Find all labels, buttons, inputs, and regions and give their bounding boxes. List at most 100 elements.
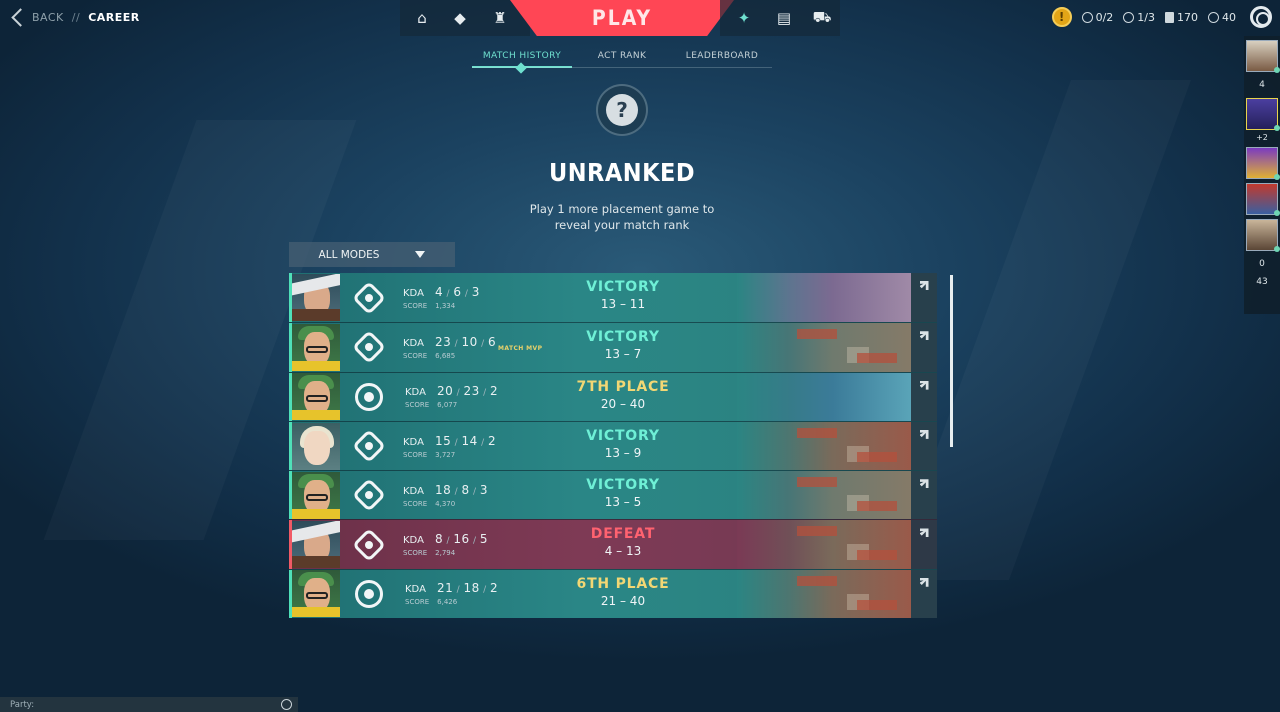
score-value: 2,794 <box>435 549 456 558</box>
friend-avatar[interactable] <box>1246 183 1280 216</box>
kda-block: KDA 18 / 8 / 3 SCORE 4,370 <box>403 483 499 508</box>
score-value: 6,426 <box>437 598 458 607</box>
round-score: 13 – 5 <box>604 495 642 510</box>
kda-value: 18 / 8 / 3 <box>434 482 489 497</box>
map-thumbnail <box>737 520 911 569</box>
match-row[interactable]: KDA 21 / 18 / 2 SCORE 6,426 6TH PLACE 21 – 40 <box>289 568 937 619</box>
external-link-icon <box>919 429 929 439</box>
mode-filter-dropdown[interactable]: ALL MODES <box>289 242 455 267</box>
rank-description: Play 1 more placement game to reveal you… <box>0 201 1244 233</box>
external-link-icon <box>919 281 929 290</box>
score-label: SCORE <box>405 401 430 410</box>
party-extra: +2 <box>1256 133 1268 142</box>
valorant-points-value: 170 <box>1177 10 1198 24</box>
match-row[interactable]: KDA 8 / 16 / 5 SCORE 2,794 DEFEAT 4 – 13 <box>289 519 937 569</box>
match-details-button[interactable] <box>911 372 937 421</box>
agent-glasses <box>306 592 328 600</box>
match-details-button[interactable] <box>911 569 937 619</box>
back-button[interactable]: BACK // CAREER <box>10 8 140 26</box>
match-row[interactable]: KDA 18 / 8 / 3 SCORE 4,370 VICTORY 13 – 5 <box>289 470 937 520</box>
map-roof <box>797 526 837 537</box>
match-details-button[interactable] <box>911 471 937 520</box>
play-tab[interactable]: PLAY <box>510 0 734 36</box>
rank-title: UNRANKED <box>548 158 696 187</box>
score-label: SCORE <box>403 549 428 558</box>
breadcrumb-separator: // <box>71 10 81 24</box>
match-result: 7TH PLACE 20 – 40 <box>557 379 689 411</box>
friend-avatar[interactable] <box>1246 40 1280 73</box>
result-label: VICTORY <box>586 427 660 444</box>
match-row[interactable]: KDA 4 / 6 / 3 SCORE 1,334 VICTORY 13 – 11 <box>289 273 937 323</box>
clock-icon <box>1081 11 1093 23</box>
tab-act-rank[interactable]: ACT RANK <box>572 48 672 68</box>
agent-portrait <box>292 323 340 371</box>
career-icon[interactable]: ✦ <box>734 8 754 28</box>
kda-block: KDA 8 / 16 / 5 SCORE 2,794 <box>403 532 499 557</box>
agent-coat <box>292 607 340 618</box>
kda-value: 21 / 18 / 2 <box>436 581 499 596</box>
round-score: 20 – 40 <box>600 396 646 411</box>
kda-label: KDA <box>403 535 424 547</box>
agent-coat <box>292 410 340 421</box>
score-value: 3,727 <box>435 450 456 459</box>
match-details-button[interactable] <box>911 421 937 471</box>
unrated-mode-icon <box>352 527 386 562</box>
friend-avatar[interactable] <box>1246 219 1280 252</box>
rank-description-line: reveal your match rank <box>554 218 690 232</box>
unrated-mode-icon <box>352 429 386 464</box>
match-result: DEFEAT 4 – 13 <box>557 526 689 558</box>
agents-icon[interactable]: ♜ <box>490 8 510 28</box>
currency-bar: ! 0/2 1/3 170 40 <box>1051 6 1280 28</box>
map-roof <box>857 451 897 462</box>
match-details-button[interactable] <box>911 520 937 569</box>
external-link-icon <box>919 577 929 587</box>
unrated-mode-icon <box>352 478 386 513</box>
social-sidebar: 4 +2 0 43 <box>1244 36 1280 314</box>
rank-description-line: Play 1 more placement game to <box>529 202 715 216</box>
score-label: SCORE <box>403 499 428 508</box>
kda-value: 23 / 10 / 6 <box>434 334 497 349</box>
agent-coat <box>292 360 340 371</box>
friend-avatar[interactable] <box>1246 147 1280 180</box>
kda-block: KDA 23 / 10 / 6 SCORE 6,685 <box>403 335 499 360</box>
battlepass-icon[interactable]: ▤ <box>774 8 794 28</box>
match-result: VICTORY 13 – 11 <box>557 279 689 311</box>
store-icon[interactable]: ⛟ <box>812 8 832 28</box>
kda-value: 20 / 23 / 2 <box>436 384 499 399</box>
match-details-button[interactable] <box>911 273 937 323</box>
map-thumbnail <box>737 273 911 323</box>
match-details-button[interactable] <box>911 323 937 372</box>
match-result: VICTORY 13 – 9 <box>557 428 689 460</box>
collection-icon[interactable]: ◆ <box>450 8 470 28</box>
tab-leaderboard[interactable]: LEADERBOARD <box>672 48 772 68</box>
gear-icon[interactable] <box>1250 6 1272 28</box>
party-avatar[interactable] <box>1246 98 1280 131</box>
map-roof <box>857 501 897 512</box>
map-thumbnail <box>737 569 911 619</box>
offline-count: 43 <box>1256 277 1268 287</box>
play-label: PLAY <box>591 6 653 30</box>
scrollbar[interactable] <box>950 275 953 447</box>
match-row[interactable]: KDA 20 / 23 / 2 SCORE 6,077 7TH PLACE 20 – 40 <box>289 371 937 421</box>
home-icon[interactable]: ⌂ <box>412 8 432 28</box>
agent-glasses <box>306 493 328 501</box>
top-navigation-bar: BACK // CAREER ⌂ ◆ ♜ PLAY ✦ ▤ ⛟ ! 0/2 1/… <box>0 0 1280 36</box>
kda-block: KDA 21 / 18 / 2 SCORE 6,426 <box>405 581 501 606</box>
result-label: VICTORY <box>586 279 660 295</box>
alert-icon[interactable]: ! <box>1051 7 1072 27</box>
match-row[interactable]: KDA 15 / 14 / 2 SCORE 3,727 VICTORY 13 – 9 <box>289 420 937 471</box>
kda-block: KDA 20 / 23 / 2 SCORE 6,077 <box>405 384 501 409</box>
score-label: SCORE <box>405 598 430 607</box>
party-chat-bar[interactable]: Party: <box>0 697 298 712</box>
agent-portrait <box>292 422 340 470</box>
kda-value: 4 / 6 / 3 <box>434 285 480 300</box>
match-row[interactable]: KDA 23 / 10 / 6 SCORE 6,685 MATCH MVP VICTORY… <box>289 322 937 372</box>
chat-icon[interactable] <box>281 699 292 710</box>
kda-value: 15 / 14 / 2 <box>434 433 497 448</box>
caret-down-icon <box>415 251 426 258</box>
external-link-icon <box>919 479 929 489</box>
breadcrumb-current: CAREER <box>88 10 140 24</box>
kda-label: KDA <box>403 288 424 300</box>
mode-filter-value: ALL MODES <box>318 248 380 261</box>
score-label: SCORE <box>403 351 428 360</box>
